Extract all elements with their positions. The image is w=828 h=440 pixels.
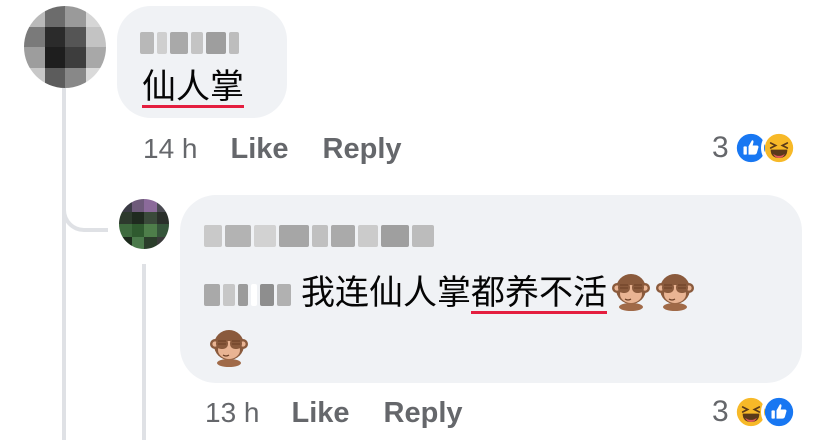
author-name-redacted[interactable] [204,225,434,247]
reaction-count: 3 [712,131,729,164]
haha-icon [760,130,797,166]
reply-bubble: 我连仙人掌都养不活 [180,195,802,383]
reaction-summary[interactable]: 3 [712,130,797,166]
avatar[interactable] [24,6,106,88]
see-no-evil-monkey-emoji [611,271,651,311]
comment-actions: 14 h Like Reply [143,133,402,166]
reply-connector [62,168,108,232]
like-button[interactable]: Like [231,133,289,166]
timestamp[interactable]: 14 h [143,133,198,165]
reply-avatar[interactable] [119,199,169,249]
reply-actions: 13 h Like Reply [205,397,463,430]
comment-text: 仙人掌 [142,70,244,104]
see-no-evil-monkey-emoji [209,327,249,367]
reply-text: 我连仙人掌都养不活 [204,271,695,311]
reaction-summary[interactable]: 3 [712,394,797,430]
mention-redacted[interactable] [204,284,291,306]
see-no-evil-monkey-emoji [655,271,695,311]
timestamp[interactable]: 13 h [205,397,260,429]
reply-button[interactable]: Reply [384,397,463,430]
like-button[interactable]: Like [292,397,350,430]
author-name-redacted[interactable] [140,32,239,54]
comment-bubble: 仙人掌 [117,6,287,118]
reply-button[interactable]: Reply [323,133,402,166]
underlined-text: 都养不活 [471,274,607,312]
like-icon [760,394,797,430]
reaction-count: 3 [712,395,729,428]
underlined-text: 仙人掌 [142,68,244,106]
reply-thread-line [142,264,146,440]
thread-line [62,88,66,440]
reply-plain-text: 我连仙人掌 [301,274,471,312]
